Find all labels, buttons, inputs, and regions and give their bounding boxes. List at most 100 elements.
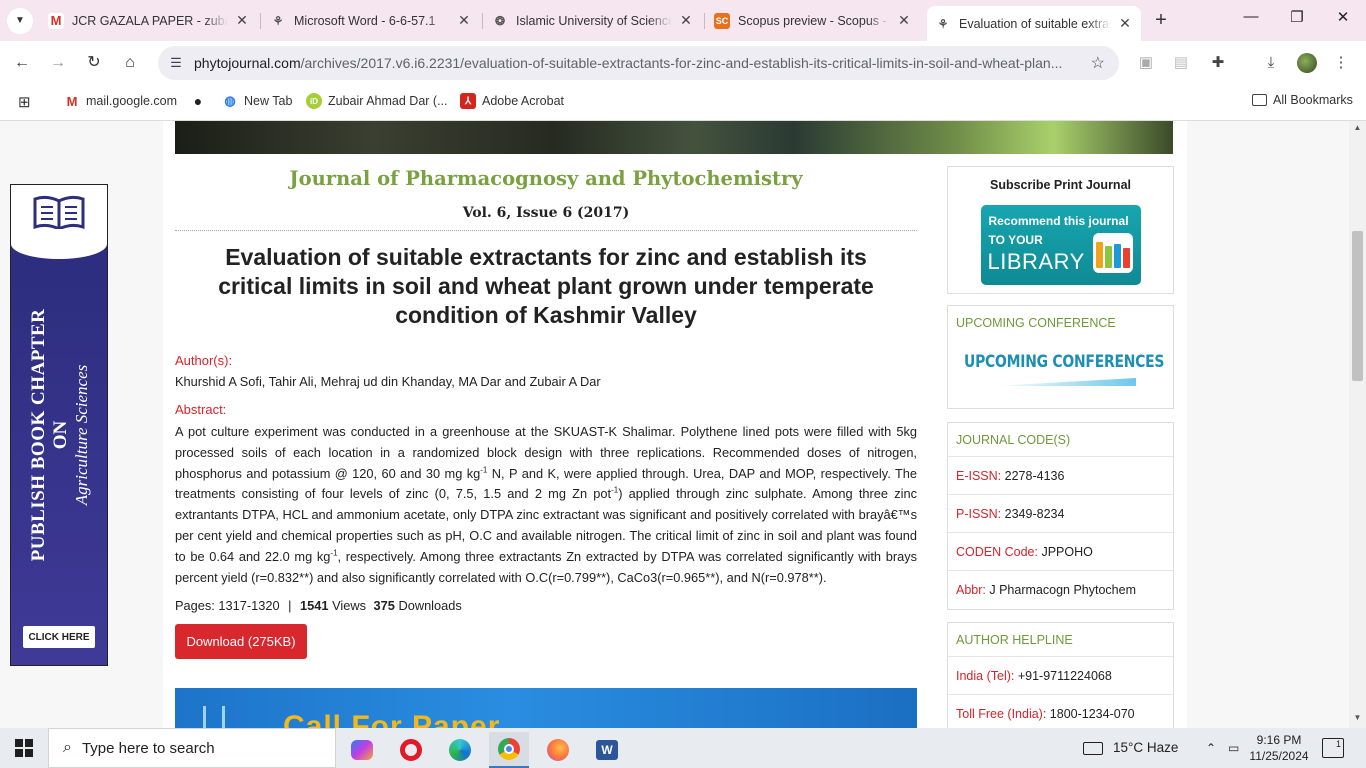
scopus-icon: SC xyxy=(714,12,730,29)
extension-icon[interactable]: ▣ xyxy=(1136,53,1156,73)
close-window-button[interactable]: ✕ xyxy=(1320,8,1366,26)
windows-taskbar: ⌕ Type here to search W 15°C Haze ⌃ ▭ 9:… xyxy=(0,728,1366,768)
extension-icon[interactable]: ▤ xyxy=(1171,53,1191,73)
tab-title: Evaluation of suitable extract xyxy=(959,16,1111,31)
university-icon: ❂ xyxy=(494,13,506,28)
opera-icon xyxy=(400,739,422,761)
volume-issue: Vol. 6, Issue 6 (2017) xyxy=(462,205,630,221)
start-button[interactable] xyxy=(0,728,48,768)
address-bar[interactable]: ☰ phytojournal.com/archives/2017.v6.i6.2… xyxy=(158,46,1119,80)
downloads-label: Downloads xyxy=(398,598,462,613)
tab-jcr-gazala[interactable]: M JCR GAZALA PAPER - zubair ✕ xyxy=(40,6,258,35)
network-icon[interactable]: ▭ xyxy=(1228,728,1239,768)
newtab-icon: ◍ xyxy=(224,93,236,108)
taskbar-copilot[interactable] xyxy=(342,732,382,768)
url-domain: phytojournal.com xyxy=(194,55,301,71)
weather-widget[interactable]: 15°C Haze xyxy=(1083,728,1178,768)
code-row-eissn: E-ISSN: 2278-4136 xyxy=(948,457,1173,495)
url-text[interactable]: phytojournal.com/archives/2017.v6.i6.223… xyxy=(194,55,1074,71)
abstract-label: Abstract: xyxy=(175,402,227,417)
journal-codes-heading: JOURNAL CODE(S) xyxy=(948,423,1173,457)
plus-icon: + xyxy=(1155,9,1167,31)
taskbar-word[interactable]: W xyxy=(587,732,627,768)
bookmark-gmail[interactable]: M mail.google.com xyxy=(64,93,177,109)
minimize-button[interactable]: — xyxy=(1228,8,1274,25)
site-info-icon[interactable]: ☰ xyxy=(166,55,186,71)
close-icon: ✕ xyxy=(1336,9,1350,26)
author-helpline-heading: AUTHOR HELPLINE xyxy=(948,623,1173,657)
scroll-up-arrow-icon[interactable]: ▲ xyxy=(1349,123,1366,132)
taskbar-clock[interactable]: 9:16 PM 11/25/2024 xyxy=(1244,732,1314,764)
word-icon: W xyxy=(596,740,618,760)
upcoming-banner-text: UPCOMING CONFERENCES xyxy=(964,352,1165,372)
tab-title: Microsoft Word - 6-6-57.1 xyxy=(294,13,436,28)
menu-kebab-icon[interactable]: ⋮ xyxy=(1331,53,1351,73)
new-tab-button[interactable]: + xyxy=(1150,9,1172,32)
forward-button[interactable]: → xyxy=(47,52,69,74)
taskbar-firefox[interactable] xyxy=(538,732,578,768)
badge-line1: Recommend this journal xyxy=(988,214,1129,228)
scroll-down-arrow-icon[interactable]: ▼ xyxy=(1349,713,1366,722)
download-pdf-button[interactable]: Download (275KB) xyxy=(175,624,307,659)
dna-icon xyxy=(203,706,225,728)
tray-chevron-up-icon[interactable]: ⌃ xyxy=(1206,728,1216,768)
bookmark-adobe-acrobat[interactable]: ⅄ Adobe Acrobat xyxy=(460,93,564,109)
extension-icon: ⚘ xyxy=(272,13,284,28)
acrobat-icon: ⅄ xyxy=(460,93,476,109)
tab-islamic-university[interactable]: ❂ Islamic University of Science ✕ xyxy=(484,6,702,35)
back-button[interactable]: ← xyxy=(11,52,33,74)
extensions-puzzle-icon[interactable]: ✚ xyxy=(1208,53,1228,73)
article-title: Evaluation of suitable extractants for z… xyxy=(218,244,874,328)
close-icon[interactable]: ✕ xyxy=(896,12,912,29)
taskbar-search[interactable]: ⌕ Type here to search xyxy=(48,728,336,768)
code-row-pissn: P-ISSN: 2349-8234 xyxy=(948,495,1173,533)
ad-click-here-button[interactable]: CLICK HERE xyxy=(23,626,95,648)
all-bookmarks[interactable]: All Bookmarks xyxy=(1252,93,1353,107)
tab-evaluation-active[interactable]: ⚘ Evaluation of suitable extract ✕ xyxy=(927,6,1141,41)
taskbar-edge[interactable] xyxy=(440,732,480,768)
home-button[interactable]: ⌂ xyxy=(119,52,141,74)
code-row-abbr: Abbr: J Pharmacogn Phytochem xyxy=(956,583,1136,597)
globe-icon: ● xyxy=(193,93,203,109)
taskbar-chrome[interactable] xyxy=(489,732,529,768)
abstract-text: A pot culture experiment was conducted i… xyxy=(175,424,918,585)
ad-line3: Agriculture Sciences xyxy=(72,364,91,506)
apps-grid-icon[interactable]: ⊞ xyxy=(18,93,31,111)
scrollbar-thumb[interactable] xyxy=(1352,231,1363,381)
notification-count: 1 xyxy=(1335,739,1341,749)
close-icon[interactable]: ✕ xyxy=(1117,15,1133,32)
avatar xyxy=(1297,53,1317,73)
ad-line1: PUBLISH BOOK CHAPTER xyxy=(28,308,49,562)
taskbar-opera[interactable] xyxy=(391,732,431,768)
recommend-library-badge[interactable]: Recommend this journal TO YOUR LIBRARY xyxy=(980,205,1141,285)
bookmark-new-tab[interactable]: ◍ New Tab xyxy=(222,93,292,109)
upcoming-conference-box: UPCOMING CONFERENCE UPCOMING CONFERENCES xyxy=(947,305,1174,409)
reload-button[interactable]: ↻ xyxy=(83,52,105,74)
close-icon[interactable]: ✕ xyxy=(234,12,250,29)
subscribe-title: Subscribe Print Journal xyxy=(989,178,1131,192)
stats-separator: | xyxy=(288,598,292,613)
helpline-row-tollfree: Toll Free (India): 1800-1234-070 xyxy=(956,707,1135,721)
tab-search-button[interactable]: ▼ xyxy=(7,7,33,34)
close-icon[interactable]: ✕ xyxy=(678,12,694,29)
bookmark-star-icon[interactable]: ☆ xyxy=(1091,53,1105,73)
notification-center-icon[interactable]: 1 xyxy=(1322,738,1344,758)
bookmark-orcid[interactable]: iD Zubair Ahmad Dar (... xyxy=(306,93,448,109)
call-for-paper-text: Call For Paper xyxy=(283,710,501,728)
journal-codes-box: JOURNAL CODE(S) E-ISSN: 2278-4136 P-ISSN… xyxy=(947,422,1174,610)
banner-swoosh xyxy=(994,378,1136,386)
call-for-paper-banner[interactable]: Call For Paper xyxy=(175,688,917,728)
tab-scopus[interactable]: SC Scopus preview - Scopus - S ✕ xyxy=(706,6,920,35)
page-scrollbar[interactable]: ▲ ▼ xyxy=(1349,121,1366,728)
download-icon[interactable]: ⤓ xyxy=(1261,53,1281,73)
publish-book-chapter-ad[interactable]: PUBLISH BOOK CHAPTER ON Agriculture Scie… xyxy=(10,184,108,666)
journal-title[interactable]: Journal of Pharmacognosy and Phytochemis… xyxy=(175,167,917,190)
upcoming-conferences-banner[interactable]: UPCOMING CONFERENCES xyxy=(956,344,1164,390)
bookmark-globe[interactable]: ● xyxy=(190,93,212,109)
reload-icon: ↻ xyxy=(87,54,101,71)
views-label: Views xyxy=(332,598,366,613)
restore-button[interactable]: ❐ xyxy=(1274,8,1320,26)
tab-microsoft-word[interactable]: ⚘ Microsoft Word - 6-6-57.1 ✕ xyxy=(262,6,480,35)
close-icon[interactable]: ✕ xyxy=(456,12,472,29)
profile-avatar[interactable] xyxy=(1297,53,1317,73)
